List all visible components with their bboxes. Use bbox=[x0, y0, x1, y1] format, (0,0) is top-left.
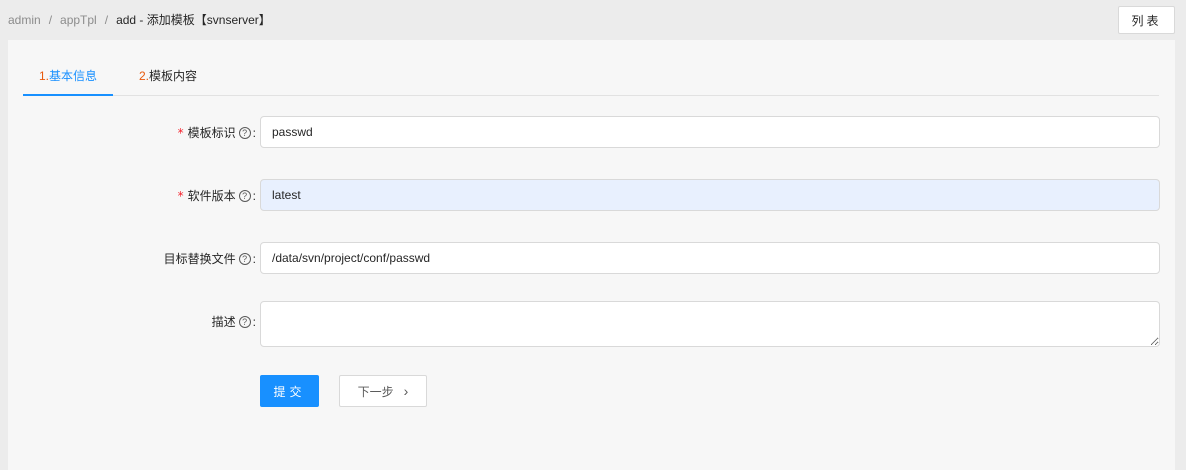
list-button[interactable]: 列表 bbox=[1118, 6, 1175, 34]
tab-number: 2. bbox=[139, 69, 150, 83]
question-circle-icon[interactable]: ? bbox=[238, 315, 251, 328]
field-label-text: 模板标识 bbox=[187, 126, 236, 140]
label-colon: : bbox=[252, 125, 256, 140]
field-label-text: 软件版本 bbox=[187, 189, 236, 203]
tab-label: 基本信息 bbox=[49, 69, 98, 83]
question-circle-icon[interactable]: ? bbox=[238, 252, 251, 265]
template-id-label: * 模板标识 ? : bbox=[178, 124, 256, 141]
tab-basic-info[interactable]: 1.基本信息 bbox=[39, 67, 97, 84]
chevron-right-icon: › bbox=[403, 383, 409, 399]
field-label-text: 目标替换文件 bbox=[163, 252, 236, 266]
next-step-label: 下一步 bbox=[357, 384, 394, 399]
description-textarea[interactable] bbox=[260, 301, 1160, 347]
description-label: 描述 ? : bbox=[212, 313, 256, 330]
breadcrumb-separator: / bbox=[104, 13, 109, 27]
breadcrumb-item-admin[interactable]: admin bbox=[8, 13, 41, 27]
template-id-input[interactable] bbox=[260, 116, 1160, 148]
target-file-input[interactable] bbox=[260, 242, 1160, 274]
required-mark: * bbox=[177, 188, 184, 203]
field-label-text: 描述 bbox=[211, 315, 236, 329]
submit-button[interactable]: 提交 bbox=[260, 375, 319, 407]
question-circle-icon[interactable]: ? bbox=[238, 126, 251, 139]
top-bar: admin / appTpl / add - 添加模板【svnserver】 列表 bbox=[0, 0, 1186, 40]
required-mark: * bbox=[177, 125, 184, 140]
tab-template-content[interactable]: 2.模板内容 bbox=[139, 67, 197, 84]
breadcrumb: admin / appTpl / add - 添加模板【svnserver】 bbox=[8, 11, 271, 28]
next-step-button[interactable]: 下一步 › bbox=[339, 375, 427, 407]
software-version-input[interactable] bbox=[260, 179, 1160, 211]
breadcrumb-separator: / bbox=[48, 13, 53, 27]
breadcrumb-item-apptpl[interactable]: appTpl bbox=[60, 13, 97, 27]
target-file-label: 目标替换文件 ? : bbox=[164, 250, 256, 267]
tab-number: 1. bbox=[39, 69, 50, 83]
step-tabs: 1.基本信息 2.模板内容 bbox=[23, 55, 1159, 96]
tab-active-indicator bbox=[23, 94, 113, 96]
label-colon: : bbox=[252, 314, 256, 329]
label-colon: : bbox=[252, 188, 256, 203]
question-circle-icon[interactable]: ? bbox=[238, 189, 251, 202]
software-version-label: * 软件版本 ? : bbox=[178, 187, 256, 204]
label-colon: : bbox=[252, 251, 256, 266]
tab-label: 模板内容 bbox=[149, 69, 198, 83]
breadcrumb-current: add - 添加模板【svnserver】 bbox=[116, 13, 271, 27]
form-card: 1.基本信息 2.模板内容 * 模板标识 ? : * 软件版本 ? : 目标替换… bbox=[8, 40, 1175, 470]
